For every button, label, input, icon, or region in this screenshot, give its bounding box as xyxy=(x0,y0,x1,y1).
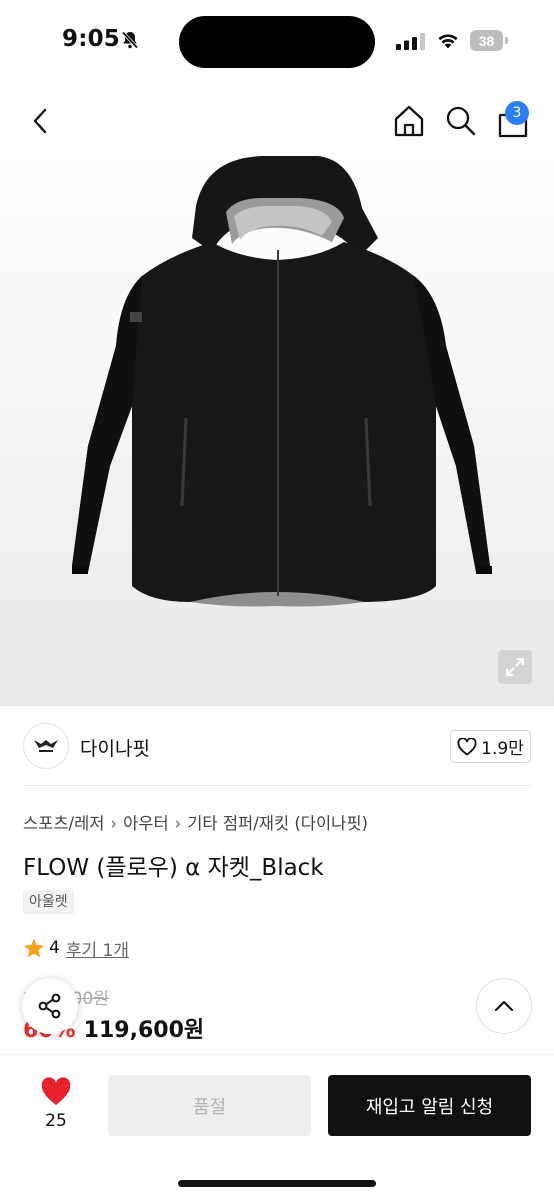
heart-outline-icon xyxy=(457,737,477,755)
brand-logo[interactable] xyxy=(23,723,69,769)
cart-count-badge: 3 xyxy=(505,101,529,125)
review-link[interactable]: 후기 1개 xyxy=(66,936,129,961)
share-button[interactable] xyxy=(22,978,78,1034)
top-navigation xyxy=(0,96,554,146)
rating-value: 4 xyxy=(49,938,60,958)
bottom-action-bar: 25 품절 재입고 알림 신청 xyxy=(0,1054,554,1200)
battery-level: 38 xyxy=(478,32,495,49)
bell-muted-icon xyxy=(121,31,139,49)
brand-name[interactable]: 다이나핏 xyxy=(80,734,150,761)
search-icon xyxy=(446,106,476,136)
dynafit-logo-icon xyxy=(34,740,58,752)
expand-icon xyxy=(506,658,524,676)
share-icon xyxy=(38,993,61,1019)
rating-row: 4 후기 1개 xyxy=(23,935,129,961)
back-icon xyxy=(33,108,47,134)
wifi-icon xyxy=(438,34,458,49)
breadcrumb: 스포츠/레저 › 아우터 › 기타 점퍼/재킷 (다이나핏) xyxy=(23,810,368,834)
home-indicator xyxy=(178,1180,376,1187)
battery-indicator: 38 xyxy=(470,30,508,52)
chevron-up-icon xyxy=(494,1000,514,1012)
product-image[interactable] xyxy=(0,146,554,706)
sale-price: 119,600원 xyxy=(83,1018,205,1043)
home-button[interactable] xyxy=(390,102,428,140)
cellular-signal-icon xyxy=(396,33,425,50)
scroll-to-top-button[interactable] xyxy=(476,978,532,1034)
restock-alert-button[interactable]: 재입고 알림 신청 xyxy=(328,1075,531,1136)
search-button[interactable] xyxy=(442,102,480,140)
breadcrumb-item[interactable]: 기타 점퍼/재킷 (다이나핏) xyxy=(187,814,368,833)
product-title: FLOW (플로우) α 자켓_Black xyxy=(23,855,324,881)
star-icon xyxy=(24,938,44,958)
brand-like-button[interactable]: 1.9만 xyxy=(450,730,531,763)
status-time: 9:05 xyxy=(62,26,121,52)
divider xyxy=(23,785,531,786)
dynamic-island xyxy=(179,16,375,68)
outlet-tag: 아울렛 xyxy=(23,890,74,914)
chevron-right-icon: › xyxy=(110,814,118,833)
chevron-right-icon: › xyxy=(174,814,182,833)
brand-row: 다이나핏 1.9만 xyxy=(0,706,554,786)
heart-filled-icon[interactable] xyxy=(40,1077,72,1107)
back-button[interactable] xyxy=(24,104,58,138)
brand-like-count: 1.9만 xyxy=(481,739,524,759)
wish-count: 25 xyxy=(45,1111,67,1131)
expand-image-button[interactable] xyxy=(498,650,532,684)
status-bar: 9:05 38 xyxy=(0,0,554,84)
home-icon xyxy=(394,105,424,137)
jacket-image xyxy=(72,156,492,607)
breadcrumb-item[interactable]: 스포츠/레저 xyxy=(23,814,104,833)
soldout-button[interactable]: 품절 xyxy=(108,1075,311,1136)
breadcrumb-item[interactable]: 아우터 xyxy=(123,814,169,833)
